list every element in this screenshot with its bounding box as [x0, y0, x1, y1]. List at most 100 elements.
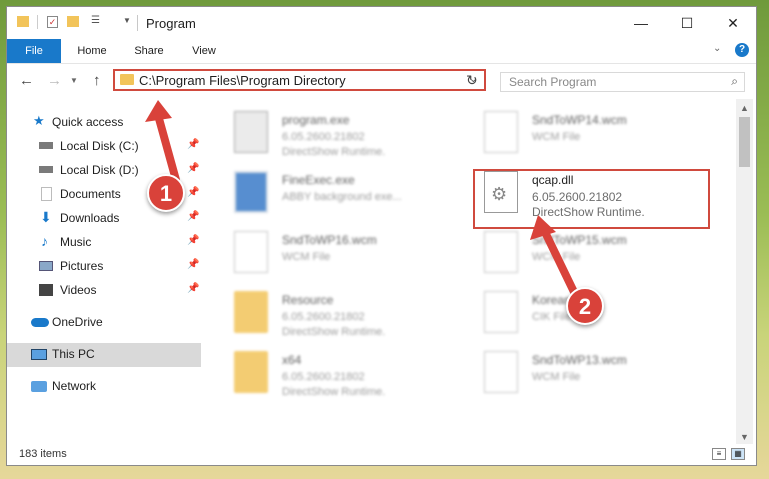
nav-label: Downloads: [60, 211, 120, 225]
file-type: WCM File: [532, 251, 581, 263]
folder-icon: [234, 351, 268, 393]
pin-icon[interactable]: 📌: [187, 139, 199, 150]
close-button[interactable]: ✕: [710, 7, 756, 39]
item-count: 183 items: [19, 448, 67, 460]
large-icons-view-icon[interactable]: ▦: [731, 448, 745, 460]
divider: [37, 15, 38, 29]
exe-icon: [234, 111, 268, 153]
details-view-icon[interactable]: ≡: [712, 448, 726, 460]
file-name: SndToWP16.wcm: [282, 233, 377, 247]
customize-icon[interactable]: ☰: [91, 15, 103, 26]
file-description: DirectShow Runtime.: [282, 326, 386, 338]
address-path: C:\Program Files\Program Directory: [139, 73, 346, 88]
file-item[interactable]: program.exe 6.05.2600.21802 DirectShow R…: [212, 107, 442, 163]
nav-quick-access[interactable]: ★ Quick access: [7, 111, 201, 135]
pin-icon[interactable]: 📌: [187, 259, 199, 270]
new-folder-icon[interactable]: [67, 16, 79, 27]
nav-label: Local Disk (D:): [60, 163, 139, 177]
step-marker-2: 2: [566, 287, 604, 325]
nav-label: Music: [60, 235, 92, 249]
up-arrow-icon[interactable]: ↑: [93, 72, 101, 89]
properties-icon[interactable]: ✓: [47, 16, 58, 28]
scroll-up-icon[interactable]: ▲: [740, 103, 749, 113]
nav-local-disk-c[interactable]: Local Disk (C:) 📌: [7, 135, 201, 159]
file-version: 6.05.2600.21802: [282, 131, 365, 143]
file-name: SndToWP15.wcm: [532, 233, 627, 247]
film-icon: [39, 284, 53, 296]
computer-icon: [31, 349, 47, 360]
step-marker-1: 1: [147, 174, 185, 212]
nav-label: Quick access: [52, 115, 124, 129]
selection-highlight: [473, 169, 710, 229]
pin-icon[interactable]: 📌: [187, 235, 199, 246]
ribbon-tabs: File Home Share View ⌄ ?: [7, 39, 756, 63]
scrollbar-thumb[interactable]: [739, 117, 750, 167]
expand-ribbon-icon[interactable]: ⌄: [713, 43, 721, 54]
file-item[interactable]: SndToWP15.wcm WCM File: [462, 227, 692, 283]
tab-file[interactable]: File: [7, 39, 61, 63]
picture-icon: [39, 261, 53, 271]
pin-icon[interactable]: 📌: [187, 283, 199, 294]
file-icon: [484, 111, 518, 153]
tab-home[interactable]: Home: [67, 39, 117, 63]
file-version: 6.05.2600.21802: [282, 371, 365, 383]
tab-view[interactable]: View: [181, 39, 227, 63]
file-item[interactable]: SndToWP16.wcm WCM File: [212, 227, 442, 283]
file-type: WCM File: [532, 371, 581, 383]
file-type: CIK File: [532, 311, 572, 323]
nav-pictures[interactable]: Pictures 📌: [7, 255, 201, 279]
scroll-down-icon[interactable]: ▼: [740, 432, 749, 442]
nav-music[interactable]: ♪ Music 📌: [7, 231, 201, 255]
search-input[interactable]: Search Program ⌕: [500, 72, 745, 92]
nav-onedrive[interactable]: OneDrive: [7, 311, 201, 335]
recent-chevron-icon[interactable]: ▼: [70, 76, 78, 85]
search-placeholder: Search Program: [509, 75, 597, 89]
download-arrow-icon: ⬇: [40, 209, 52, 225]
nav-label: Network: [52, 379, 97, 393]
tab-share[interactable]: Share: [125, 39, 173, 63]
divider: [137, 15, 138, 31]
file-item[interactable]: Resource 6.05.2600.21802 DirectShow Runt…: [212, 287, 442, 343]
pin-icon[interactable]: 📌: [187, 163, 199, 174]
window-title: Program: [146, 16, 196, 31]
nav-label: Videos: [60, 283, 97, 297]
network-icon: [31, 381, 47, 392]
star-icon: ★: [33, 113, 45, 128]
search-icon[interactable]: ⌕: [731, 74, 738, 89]
address-bar[interactable]: C:\Program Files\Program Directory ⌄: [113, 69, 486, 91]
nav-label: OneDrive: [52, 315, 103, 329]
file-version: 6.05.2600.21802: [282, 311, 365, 323]
help-icon[interactable]: ?: [735, 43, 749, 57]
status-bar: 183 items ≡ ▦: [7, 444, 756, 465]
vertical-scrollbar[interactable]: ▲ ▼: [736, 99, 753, 444]
refresh-icon[interactable]: ↻: [466, 72, 478, 89]
file-item[interactable]: FineExec.exe ABBY background exe...: [212, 167, 442, 223]
maximize-button[interactable]: ☐: [664, 7, 710, 39]
folder-icon: [17, 16, 29, 27]
pin-icon[interactable]: 📌: [187, 187, 199, 198]
pin-icon[interactable]: 📌: [187, 211, 199, 222]
music-note-icon: ♪: [41, 233, 48, 249]
file-name: x64: [282, 353, 302, 367]
minimize-button[interactable]: —: [618, 7, 664, 39]
nav-videos[interactable]: Videos 📌: [7, 279, 201, 303]
nav-label: Documents: [60, 187, 121, 201]
cloud-icon: [31, 318, 49, 327]
back-arrow-icon[interactable]: ←: [19, 72, 34, 89]
nav-network[interactable]: Network: [7, 375, 201, 399]
file-name: SndToWP14.wcm: [532, 113, 627, 127]
nav-label: Local Disk (C:): [60, 139, 139, 153]
file-item[interactable]: x64 6.05.2600.21802 DirectShow Runtime.: [212, 347, 442, 403]
file-item[interactable]: SndToWP13.wcm WCM File: [462, 347, 692, 403]
nav-this-pc[interactable]: This PC: [7, 343, 201, 367]
address-row: ← → ▼ ↑ C:\Program Files\Program Directo…: [7, 63, 756, 98]
forward-arrow-icon[interactable]: →: [47, 72, 62, 89]
file-item[interactable]: SndToWP14.wcm WCM File: [462, 107, 692, 163]
file-type: WCM File: [532, 131, 581, 143]
file-description: DirectShow Runtime.: [282, 146, 386, 158]
chevron-down-icon[interactable]: ▼: [123, 16, 131, 25]
file-icon: [484, 291, 518, 333]
nav-label: Pictures: [60, 259, 104, 273]
folder-icon: [120, 74, 134, 85]
file-icon: [484, 351, 518, 393]
